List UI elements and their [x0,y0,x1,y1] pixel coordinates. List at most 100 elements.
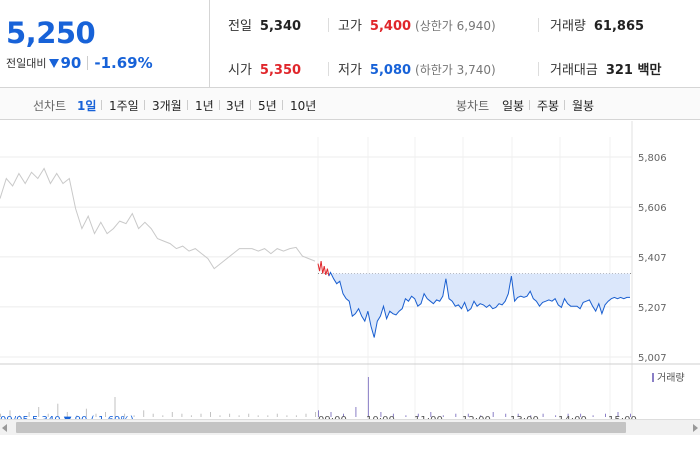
volume-legend-label: 거래량 [657,372,685,384]
volume-bar [229,413,231,417]
divider [538,62,539,76]
divider [144,100,145,110]
stat-value: 5,340 [259,19,302,34]
stat-value: 321 백만 [605,63,662,78]
volume-bar [190,415,192,417]
stat-value: 5,350 [259,63,302,78]
candle-daily[interactable]: 일봉 [502,97,524,114]
volume-bar [152,413,154,417]
volume-bar [455,413,457,417]
down-triangle-icon [49,58,60,68]
divider [282,100,283,110]
volume-bar [143,410,145,417]
volume-bar [405,415,407,417]
volume-legend-swatch [652,373,654,382]
change-label: 전일대비 [6,57,47,70]
period-1w[interactable]: 1주일 [109,97,139,114]
divider [250,100,251,110]
period-3y[interactable]: 3년 [226,97,245,114]
divider [328,62,329,76]
stat-value: 61,865 [593,19,645,34]
volume-bar [257,415,259,417]
stat-low: 저가 5,080 (하한가 3,740) [338,59,496,78]
y-tick-label: 5,407 [638,253,667,264]
period-1d[interactable]: 1일 [77,97,96,114]
period-1y[interactable]: 1년 [195,97,214,114]
volume-bar [492,412,494,417]
current-price-box: 5,250 전일대비 90 -1.69% [0,0,210,88]
candle-chart-label: 봉차트 [456,99,490,113]
period-3m[interactable]: 3개월 [152,97,182,114]
change-percent: -1.69% [94,54,153,72]
stat-label: 고가 [338,19,362,34]
stat-volume: 거래량 61,865 [550,15,644,34]
stat-label: 거래대금 [550,63,598,78]
price-header: 5,250 전일대비 90 -1.69% 전일 5,340 고가 5,400 (… [0,0,700,88]
price-chart-svg: 5,8065,6065,4075,2075,007거래량09/05 5,340 … [0,121,700,426]
stat-open: 시가 5,350 [228,59,301,78]
stat-value: 5,400 [369,19,412,34]
chart-scrollbar[interactable] [0,419,700,435]
volume-bar [555,415,557,417]
stat-label: 시가 [228,63,252,78]
volume-bar [295,415,297,417]
stat-lower-limit: (하한가 3,740) [415,63,496,77]
volume-bar [315,412,316,417]
volume-bar [162,415,164,417]
divider [219,100,220,110]
stat-prev-close: 전일 5,340 [228,15,301,34]
volume-bar [542,413,544,417]
volume-bar [248,413,250,417]
divider [187,100,188,110]
volume-bar [305,413,307,417]
current-price: 5,250 [6,16,96,50]
divider [101,100,102,110]
stat-upper-limit: (상한가 6,940) [415,19,496,33]
divider [529,100,530,110]
stat-label: 저가 [338,63,362,78]
candle-weekly[interactable]: 주봉 [537,97,559,114]
stat-label: 전일 [228,19,252,34]
volume-bar [219,415,221,417]
y-tick-label: 5,007 [638,353,667,364]
divider [87,56,89,70]
divider [538,18,539,32]
volume-bar [171,412,173,417]
volume-bar [592,415,594,417]
volume-bar [238,415,240,417]
price-chart[interactable]: 5,806 5,606 5,407 5,207 5,007 거래량 09/05 5,340 … [0,121,700,426]
volume-bar [276,413,278,417]
volume-bar [605,413,606,417]
period-bar: 선차트 1일 1주일 3개월 1년 3년 5년 10년 봉차트 일봉 주봉 월봉 [0,88,700,120]
y-tick-label: 5,606 [638,203,667,214]
volume-bar [367,377,369,417]
history-price-line [0,167,316,270]
stat-value: 5,080 [369,63,412,78]
volume-bar [210,412,211,417]
scrollbar-thumb[interactable] [16,422,626,433]
change-row: 전일대비 90 -1.69% [6,54,153,72]
period-5y[interactable]: 5년 [258,97,277,114]
stat-trade-value: 거래대금 321 백만 [550,59,661,78]
scroll-right-arrow-icon[interactable] [693,424,698,432]
candle-monthly[interactable]: 월봉 [572,97,594,114]
volume-bar [267,415,269,417]
volume-bar [505,413,507,417]
volume-bar [355,407,357,417]
line-chart-label: 선차트 [33,99,67,113]
period-10y[interactable]: 10년 [290,97,316,114]
divider [328,18,329,32]
y-tick-label: 5,207 [638,303,667,314]
change-value: 90 [60,54,82,72]
volume-bar [200,413,202,417]
volume-bar [114,397,116,417]
volume-bar [286,415,288,417]
divider [564,100,565,110]
volume-bar [442,415,444,417]
below-prev-close-area [318,273,630,338]
stat-high: 고가 5,400 (상한가 6,940) [338,15,496,34]
stat-label: 거래량 [550,19,586,34]
y-tick-label: 5,806 [638,153,667,164]
volume-bar [181,413,183,417]
scroll-left-arrow-icon[interactable] [2,424,7,432]
